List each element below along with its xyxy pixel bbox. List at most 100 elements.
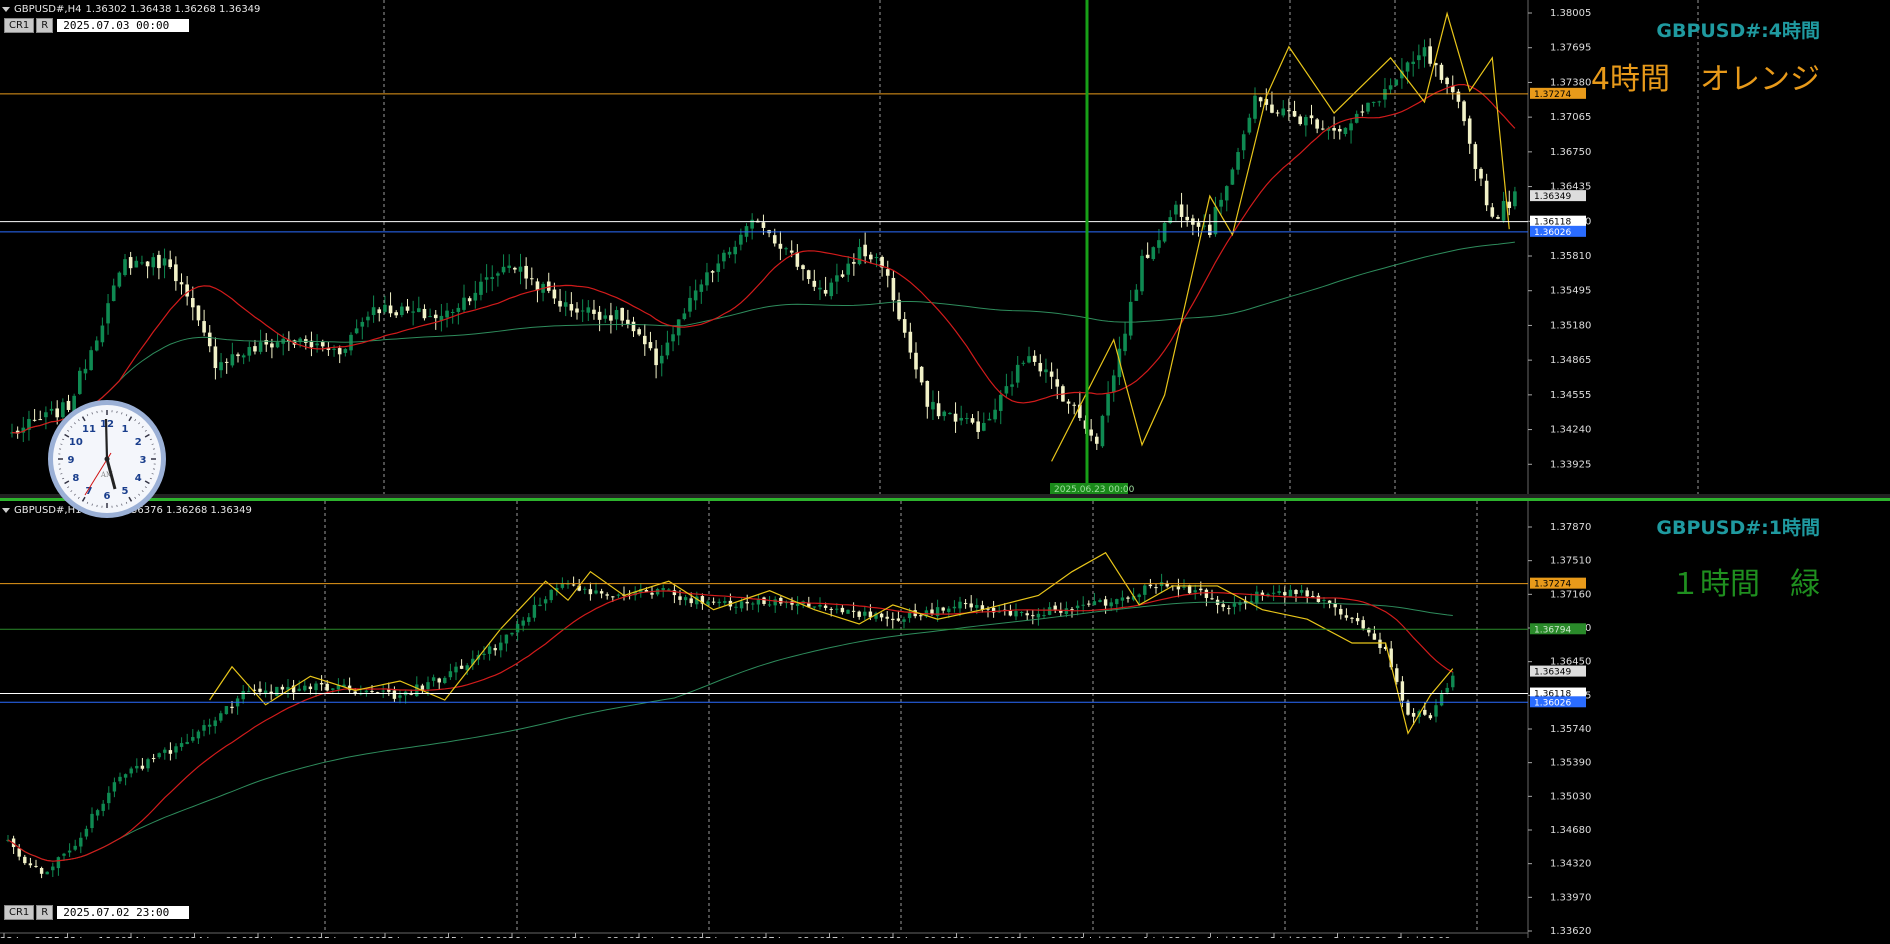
h4-time-field[interactable]: 2025.07.03 00:00 [57, 19, 190, 32]
candle-body [521, 620, 525, 626]
candle-body [1066, 401, 1071, 404]
candle-body [518, 266, 523, 272]
clock-tick [77, 496, 80, 499]
chart-pane-h1[interactable]: 1.378701.375101.371601.368001.364501.360… [0, 498, 1890, 938]
candle-body [603, 315, 608, 319]
candle-body [661, 588, 665, 591]
candle-body [196, 731, 201, 739]
candle-body [631, 321, 636, 332]
h4-time-controls: CR1 R 2025.07.03 00:00 [4, 18, 190, 33]
candle-body [722, 252, 726, 262]
candle-body [1109, 602, 1113, 607]
candle-body [1154, 587, 1158, 589]
candle-body [1400, 681, 1405, 701]
candle-body [527, 617, 531, 622]
analog-clock-widget[interactable]: 121234567891011AM [48, 400, 166, 518]
collapse-triangle-icon[interactable] [2, 507, 10, 513]
h1-r-button[interactable]: R [36, 905, 54, 920]
candle-body [583, 588, 587, 590]
candle-body [62, 853, 66, 856]
candle-body [524, 265, 528, 279]
candle-body [1327, 600, 1332, 604]
candle-body [1428, 46, 1432, 64]
clock-tick [70, 425, 73, 428]
clock-tick [91, 412, 93, 415]
candle-body [90, 813, 94, 829]
h4-header: GBPUSD#,H4 1.36302 1.36438 1.36268 1.363… [2, 2, 260, 16]
candle-body [263, 690, 268, 694]
price-tick-label: 1.35030 [1550, 791, 1591, 802]
candle-body [354, 328, 359, 334]
h1-chart-canvas[interactable]: 1.378701.375101.371601.368001.364501.360… [0, 501, 1890, 938]
candle-body [869, 254, 873, 260]
candle-body [388, 305, 393, 314]
candle-body [129, 768, 133, 774]
candle-body [39, 868, 44, 874]
candle-body [1213, 206, 1218, 235]
candle-body [219, 713, 223, 721]
candle-body [1182, 586, 1186, 588]
clock-tick [134, 496, 137, 499]
candle-body [1283, 592, 1287, 596]
candle-body [538, 604, 542, 607]
clock-tick [141, 490, 144, 493]
clock-number: 8 [72, 473, 79, 484]
clock-minute-hand [104, 418, 109, 460]
candle-body [151, 257, 156, 268]
candle-body [1241, 134, 1246, 151]
candle-body [532, 604, 537, 618]
candle-body [734, 606, 738, 608]
candle-body [1219, 199, 1223, 207]
clock-tick [144, 480, 150, 485]
candle-body [857, 247, 862, 265]
candle-body [168, 750, 173, 754]
candle-body [224, 706, 229, 715]
candle-body [174, 746, 178, 753]
price-tick-label: 1.37160 [1550, 589, 1591, 600]
candle-body [1008, 610, 1013, 616]
candle-body [795, 252, 800, 267]
orange-price-tag-label: 1.37274 [1534, 580, 1571, 590]
candle-body [762, 597, 766, 604]
candle-body [1417, 55, 1421, 61]
clock-number: 9 [68, 455, 75, 466]
candle-body [191, 737, 195, 741]
candle-body [1128, 301, 1133, 336]
candle-body [1014, 611, 1018, 617]
candle-body [1015, 364, 1020, 383]
h4-ohlc: 1.36302 1.36438 1.36268 1.36349 [85, 3, 261, 15]
candle-body [504, 634, 509, 644]
candle-body [1372, 633, 1377, 640]
orange-price-tag-label: 1.37274 [1534, 90, 1571, 100]
price-tick-label: 1.34680 [1550, 825, 1591, 836]
candle-body [1361, 620, 1365, 629]
candle-body [1371, 101, 1376, 103]
candle-body [1275, 112, 1280, 114]
clock-tick [86, 501, 89, 504]
candle-body [812, 280, 817, 287]
h4-big-label: 4時間 オレンジ [1590, 62, 1820, 97]
candle-body [773, 599, 777, 606]
candle-body [513, 267, 517, 270]
candle-body [28, 863, 33, 866]
h1-time-field[interactable]: 2025.07.02 23:00 [57, 906, 190, 919]
candle-body [394, 312, 398, 316]
candle-body [1439, 64, 1444, 80]
price-tick-label: 1.35390 [1550, 758, 1591, 769]
h4-cr-button[interactable]: CR1 [4, 18, 35, 33]
h4-r-button[interactable]: R [36, 18, 54, 33]
h1-cr-button[interactable]: CR1 [4, 905, 35, 920]
candle-body [1377, 101, 1382, 103]
clock-tick [144, 486, 147, 489]
candle-body [94, 340, 99, 351]
candle-body [1394, 79, 1399, 86]
candle-body [818, 604, 822, 607]
candle-body [958, 601, 962, 609]
chart-pane-h4[interactable]: 1.38005 1.37695 1.37380 1.37065 1.36750 1.364… [0, 0, 1890, 496]
collapse-triangle-icon[interactable] [2, 6, 10, 12]
candle-body [196, 305, 201, 321]
candle-body [829, 282, 834, 297]
candle-body [1501, 201, 1506, 221]
candle-body [558, 300, 562, 307]
candle-body [343, 348, 348, 353]
